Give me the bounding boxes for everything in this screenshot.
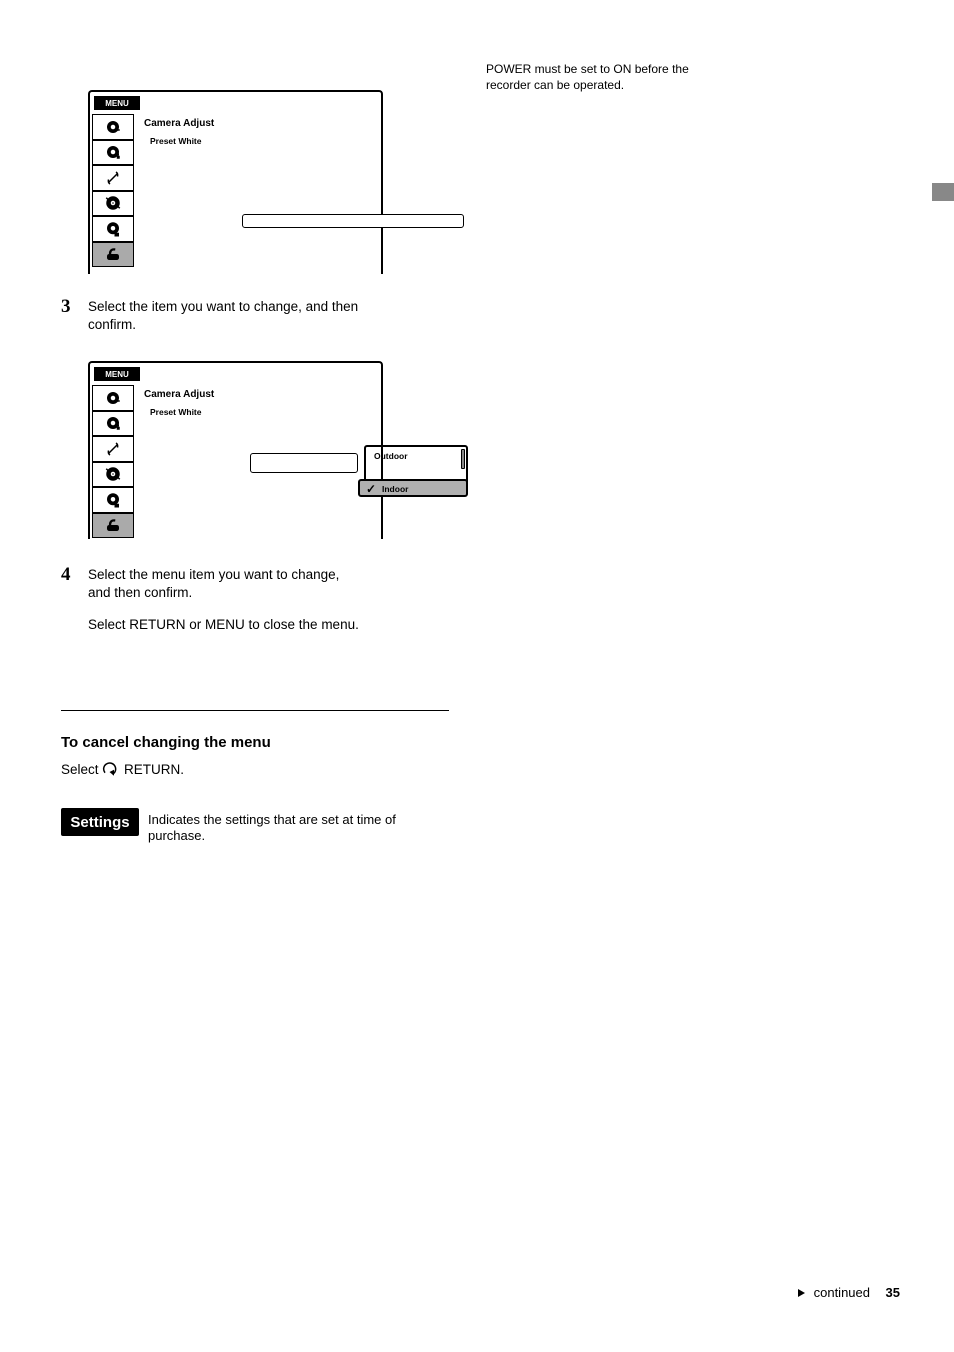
disc-icon[interactable] <box>92 462 134 488</box>
settings-description-line2: purchase. <box>148 828 205 844</box>
step-3-number: 3 <box>61 296 71 318</box>
camera-adjust-icon[interactable] <box>92 385 134 411</box>
return-icon <box>102 762 120 779</box>
menu-tab-label: MENU <box>94 367 140 381</box>
menu-row-highlight[interactable] <box>242 214 464 228</box>
submenu-left-box[interactable] <box>250 453 358 473</box>
step-3-text-line1: Select the item you want to change, and … <box>88 298 358 315</box>
option-indoor-highlight[interactable]: ✓ Indoor <box>358 479 468 497</box>
setup-icon[interactable] <box>92 242 134 268</box>
display-icon[interactable] <box>92 216 134 242</box>
camera-adjust-icon[interactable] <box>92 114 134 140</box>
continued-text: continued <box>814 1285 870 1300</box>
menu-screenshot-1: MENU Camera Adjust Preset White <box>88 90 383 274</box>
to-cancel-text-suffix: RETURN. <box>124 762 184 777</box>
section-tab <box>932 183 954 201</box>
menu-icon-column <box>92 114 138 267</box>
to-cancel-body: Select RETURN. <box>61 762 184 779</box>
step-3-text-line2: confirm. <box>88 316 136 333</box>
step-4-text-line1: Select the menu item you want to change, <box>88 566 339 583</box>
option-outdoor[interactable]: Outdoor <box>374 451 408 461</box>
continued-indicator: continued <box>798 1285 870 1300</box>
step-4-number: 4 <box>61 564 71 586</box>
to-cancel-text-prefix: Select <box>61 762 102 777</box>
camera-settings-icon[interactable] <box>92 411 134 437</box>
to-cancel-heading: To cancel changing the menu <box>61 734 271 751</box>
power-note-line2: recorder can be operated. <box>486 78 624 92</box>
menu-tab-label: MENU <box>94 96 140 110</box>
display-icon[interactable] <box>92 487 134 513</box>
option-indoor: Indoor <box>382 484 408 494</box>
power-note-line1: POWER must be set to ON before the <box>486 62 689 76</box>
disc-icon[interactable] <box>92 191 134 217</box>
close-menu-instruction: Select RETURN or MENU to close the menu. <box>88 616 359 633</box>
menu-screenshot-2: MENU Camera Adjust Preset White Outdoor … <box>88 361 383 539</box>
audio-icon[interactable] <box>92 165 134 191</box>
menu-item-label: Preset White <box>150 136 202 146</box>
check-icon: ✓ <box>366 482 376 496</box>
section-divider <box>61 710 449 711</box>
menu-icon-column <box>92 385 138 538</box>
audio-icon[interactable] <box>92 436 134 462</box>
page-number: 35 <box>886 1285 900 1300</box>
settings-badge: Settings <box>61 808 139 836</box>
camera-settings-icon[interactable] <box>92 140 134 166</box>
arrow-right-icon <box>798 1289 805 1297</box>
setup-icon[interactable] <box>92 513 134 539</box>
menu-title: Camera Adjust <box>144 389 214 400</box>
settings-description-line1: Indicates the settings that are set at t… <box>148 812 396 828</box>
scroll-indicator <box>461 449 465 469</box>
menu-title: Camera Adjust <box>144 118 214 129</box>
menu-item-label: Preset White <box>150 407 202 417</box>
step-4-text-line2: and then confirm. <box>88 584 192 601</box>
